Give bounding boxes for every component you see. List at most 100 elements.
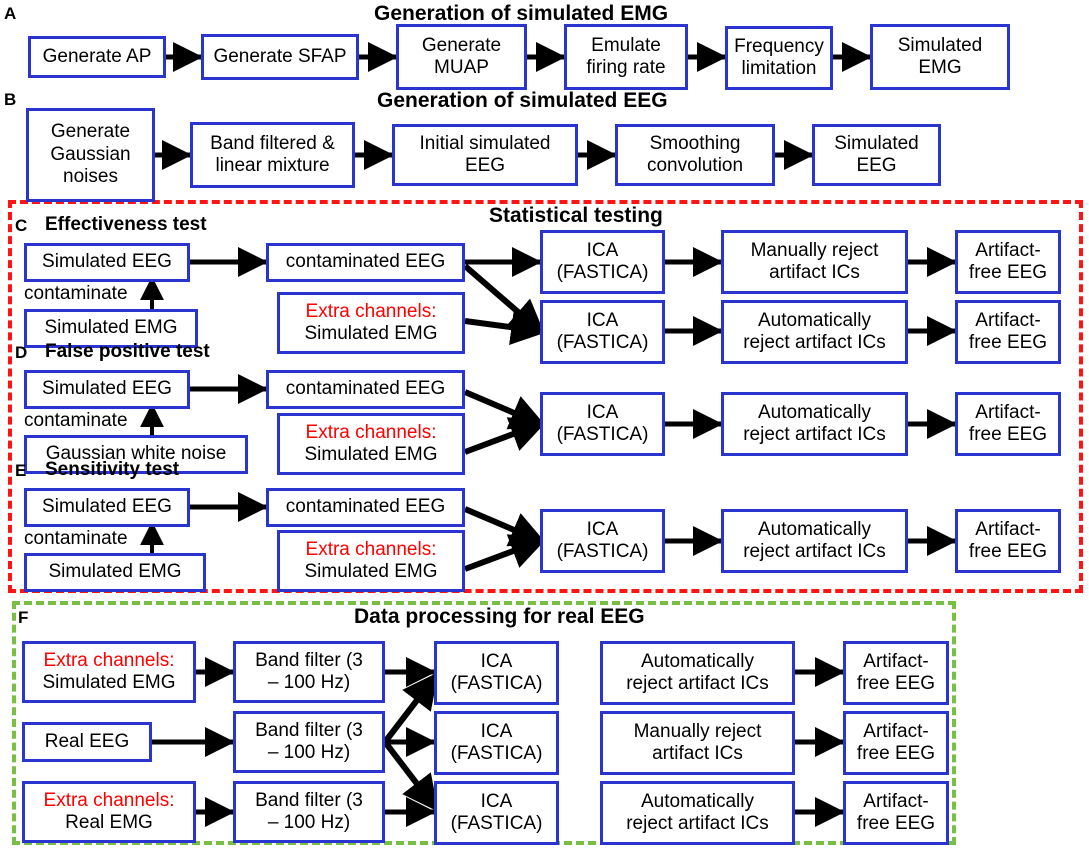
- node-line: Simulated EEG: [42, 378, 172, 400]
- node-line: Simulated EMG: [44, 317, 178, 339]
- node-simulated-eeg-b[interactable]: Simulated EEG: [812, 124, 941, 186]
- node-band-filtered-linear-mixture[interactable]: Band filtered & linear mixture: [190, 122, 355, 188]
- node-line: (FASTICA): [556, 262, 649, 283]
- node-d-simulated-eeg[interactable]: Simulated EEG: [24, 370, 190, 409]
- node-d-extra-channels[interactable]: Extra channels: Simulated EMG: [277, 413, 465, 475]
- node-generate-ap[interactable]: Generate AP: [28, 36, 166, 78]
- node-e-simulated-emg[interactable]: Simulated EMG: [24, 553, 206, 592]
- contaminate-label-c: contaminate: [24, 283, 128, 304]
- node-generate-muap[interactable]: Generate MUAP: [396, 24, 527, 90]
- node-line: Automatically: [758, 401, 871, 423]
- node-line: Automatically: [641, 790, 754, 812]
- node-c-manually-reject[interactable]: Manually reject artifact ICs: [721, 230, 908, 294]
- node-line: Automatically: [641, 650, 754, 672]
- node-line: EEG: [464, 155, 506, 176]
- node-line: ICA: [586, 309, 619, 331]
- node-f-band-filter-1[interactable]: Band filter (3 – 100 Hz): [233, 641, 385, 703]
- node-e-artifact-free-eeg[interactable]: Artifact- free EEG: [955, 509, 1061, 573]
- panel-letter-a: A: [4, 4, 17, 23]
- node-c-contaminated-eeg[interactable]: contaminated EEG: [266, 243, 465, 282]
- node-line: reject artifact ICs: [743, 424, 886, 445]
- node-f-automatically-reject-1[interactable]: Automatically reject artifact ICs: [600, 641, 795, 705]
- node-line: Simulated EEG: [42, 496, 172, 518]
- node-e-ica[interactable]: ICA (FASTICA): [540, 509, 665, 573]
- node-line: Extra channels:: [43, 649, 175, 671]
- node-f-extra-channels-simulated-emg[interactable]: Extra channels: Simulated EMG: [22, 641, 196, 703]
- panel-letter-e: E: [15, 461, 27, 480]
- node-smoothing-convolution[interactable]: Smoothing convolution: [615, 124, 775, 186]
- node-line: free EEG: [968, 541, 1048, 562]
- node-initial-simulated-eeg[interactable]: Initial simulated EEG: [392, 124, 578, 186]
- node-line: contaminated EEG: [285, 496, 446, 518]
- node-f-band-filter-2[interactable]: Band filter (3 – 100 Hz): [233, 711, 385, 773]
- node-e-automatically-reject[interactable]: Automatically reject artifact ICs: [721, 509, 908, 573]
- node-generate-sfap[interactable]: Generate SFAP: [201, 34, 359, 80]
- node-c-artifact-free-eeg-2[interactable]: Artifact- free EEG: [955, 300, 1061, 364]
- node-line: Band filter (3: [255, 719, 363, 741]
- node-line: reject artifact ICs: [626, 673, 769, 694]
- panel-c-subtitle: Effectiveness test: [45, 214, 207, 235]
- node-simulated-emg-a[interactable]: Simulated EMG: [870, 24, 1010, 90]
- node-line: contaminated EEG: [285, 251, 446, 273]
- node-f-manually-reject[interactable]: Manually reject artifact ICs: [600, 711, 795, 775]
- node-f-artifact-free-eeg-2[interactable]: Artifact- free EEG: [843, 711, 949, 775]
- panel-letter-b: B: [4, 90, 17, 109]
- node-c-automatically-reject[interactable]: Automatically reject artifact ICs: [721, 300, 908, 364]
- node-f-ica-3[interactable]: ICA (FASTICA): [434, 781, 559, 845]
- node-line: artifact ICs: [769, 262, 860, 283]
- node-d-artifact-free-eeg[interactable]: Artifact- free EEG: [955, 392, 1061, 456]
- node-f-extra-channels-real-emg[interactable]: Extra channels: Real EMG: [22, 781, 196, 843]
- node-d-automatically-reject[interactable]: Automatically reject artifact ICs: [721, 392, 908, 456]
- node-e-simulated-eeg[interactable]: Simulated EEG: [24, 488, 190, 527]
- node-f-automatically-reject-2[interactable]: Automatically reject artifact ICs: [600, 781, 795, 845]
- node-line: Automatically: [758, 518, 871, 540]
- node-line: Simulated EMG: [304, 444, 438, 465]
- node-c-simulated-eeg[interactable]: Simulated EEG: [24, 243, 190, 282]
- node-line: – 100 Hz): [267, 812, 351, 833]
- node-f-ica-2[interactable]: ICA (FASTICA): [434, 711, 559, 775]
- node-line: Simulated EMG: [304, 323, 438, 344]
- node-c-ica-1[interactable]: ICA (FASTICA): [540, 230, 665, 294]
- node-d-contaminated-eeg[interactable]: contaminated EEG: [266, 370, 465, 409]
- panel-f-title: Data processing for real EEG: [354, 605, 645, 628]
- node-emulate-firing-rate[interactable]: Emulate firing rate: [564, 24, 688, 90]
- figure-canvas: A Generation of simulated EMG Generate A…: [0, 0, 1089, 852]
- node-f-real-eeg[interactable]: Real EEG: [22, 722, 152, 762]
- node-line: Artifact-: [863, 650, 929, 672]
- node-line: Band filtered &: [210, 132, 335, 154]
- node-line: Simulated EMG: [304, 561, 438, 582]
- node-c-extra-channels[interactable]: Extra channels: Simulated EMG: [277, 292, 465, 354]
- node-e-contaminated-eeg[interactable]: contaminated EEG: [266, 488, 465, 527]
- node-line: Band filter (3: [255, 789, 363, 811]
- node-line: Real EEG: [44, 730, 130, 752]
- node-line: firing rate: [586, 57, 666, 78]
- node-line: Automatically: [758, 309, 871, 331]
- node-line: free EEG: [968, 262, 1048, 283]
- node-line: Artifact-: [975, 239, 1041, 261]
- node-line: Simulated EEG: [42, 251, 172, 273]
- node-f-band-filter-3[interactable]: Band filter (3 – 100 Hz): [233, 781, 385, 843]
- node-e-extra-channels[interactable]: Extra channels: Simulated EMG: [277, 530, 465, 592]
- node-line: (FASTICA): [556, 332, 649, 353]
- node-line: ICA: [480, 650, 513, 672]
- node-line: Gaussian: [50, 143, 131, 165]
- contaminate-label-d: contaminate: [24, 410, 128, 431]
- statistical-testing-title: Statistical testing: [489, 204, 663, 227]
- node-line: (FASTICA): [556, 541, 649, 562]
- node-c-ica-2[interactable]: ICA (FASTICA): [540, 300, 665, 364]
- node-line: Frequency: [734, 35, 824, 57]
- node-frequency-limitation[interactable]: Frequency limitation: [725, 26, 833, 90]
- node-line: Extra channels:: [305, 538, 437, 560]
- node-f-artifact-free-eeg-3[interactable]: Artifact- free EEG: [843, 781, 949, 845]
- node-f-ica-1[interactable]: ICA (FASTICA): [434, 641, 559, 705]
- node-f-artifact-free-eeg-1[interactable]: Artifact- free EEG: [843, 641, 949, 705]
- node-line: contaminated EEG: [285, 378, 446, 400]
- node-line: (FASTICA): [556, 424, 649, 445]
- node-line: Simulated: [897, 34, 983, 56]
- node-d-ica[interactable]: ICA (FASTICA): [540, 392, 665, 456]
- node-c-artifact-free-eeg-1[interactable]: Artifact- free EEG: [955, 230, 1061, 294]
- node-line: – 100 Hz): [267, 672, 351, 693]
- panel-e-subtitle: Sensitivity test: [45, 459, 180, 480]
- node-line: Extra channels:: [43, 789, 175, 811]
- node-generate-gaussian-noises[interactable]: Generate Gaussian noises: [26, 108, 155, 202]
